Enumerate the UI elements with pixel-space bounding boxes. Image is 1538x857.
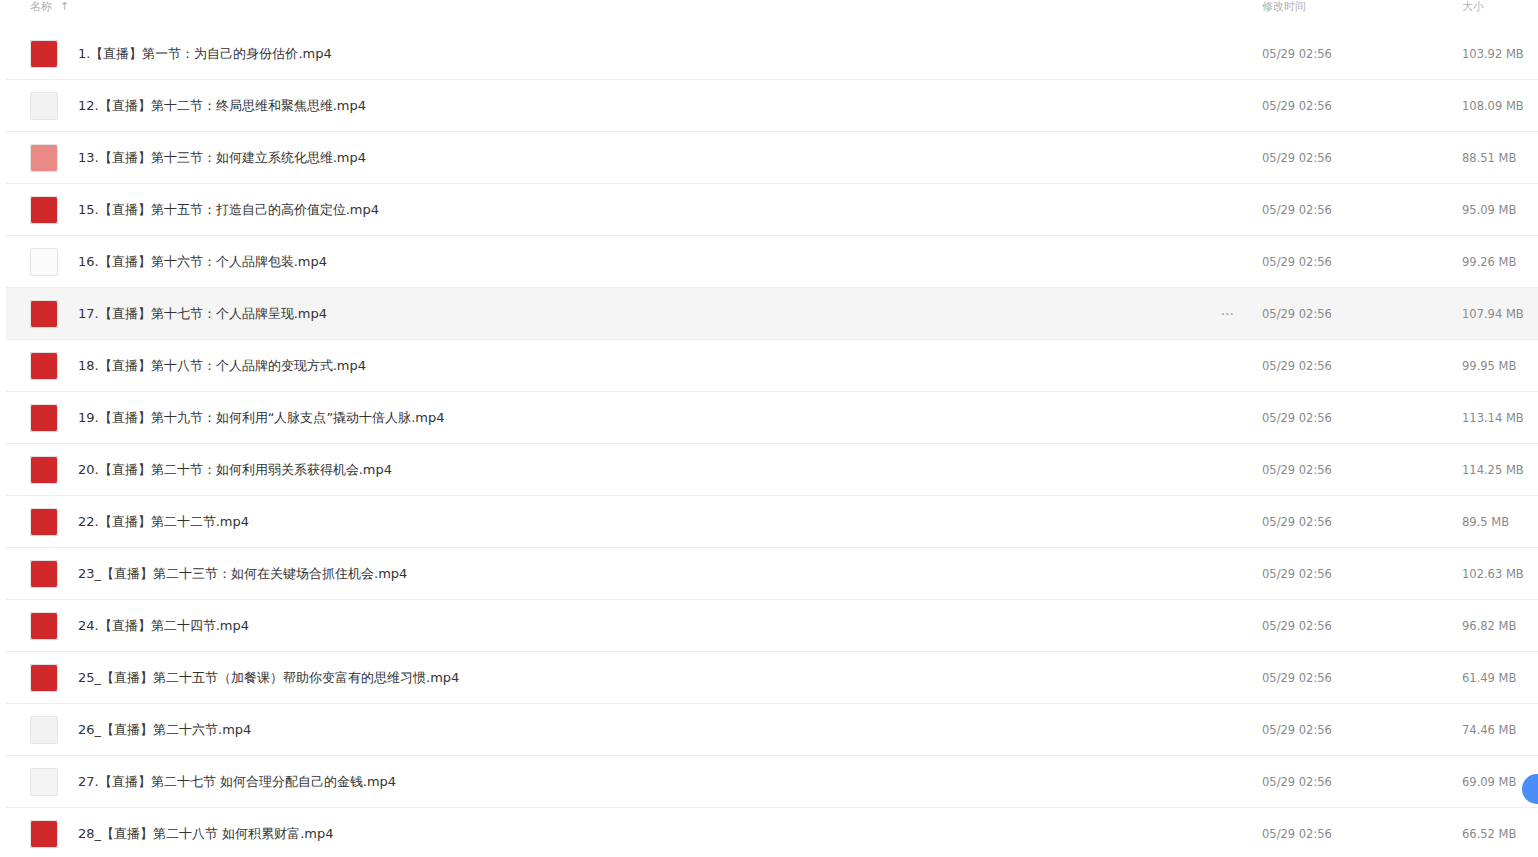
video-thumbnail-icon: [30, 352, 58, 380]
size-column-header[interactable]: 大小: [1462, 0, 1538, 14]
file-size: 89.5 MB: [1462, 515, 1538, 529]
file-size: 113.14 MB: [1462, 411, 1538, 425]
file-name[interactable]: 17.【直播】第十七节：个人品牌呈现.mp4: [78, 305, 1221, 323]
modified-time: 05/29 02:56: [1262, 307, 1462, 321]
file-size: 108.09 MB: [1462, 99, 1538, 113]
file-size: 96.82 MB: [1462, 619, 1538, 633]
modified-time: 05/29 02:56: [1262, 567, 1462, 581]
video-thumbnail-icon: [30, 40, 58, 68]
file-name[interactable]: 16.【直播】第十六节：个人品牌包装.mp4: [78, 253, 1234, 271]
file-name[interactable]: 22.【直播】第二十二节.mp4: [78, 513, 1234, 531]
file-name[interactable]: 18.【直播】第十八节：个人品牌的变现方式.mp4: [78, 357, 1234, 375]
video-thumbnail-icon: [30, 196, 58, 224]
video-thumbnail-icon: [30, 664, 58, 692]
file-row[interactable]: 18.【直播】第十八节：个人品牌的变现方式.mp4 05/29 02:56 99…: [6, 340, 1538, 392]
video-thumbnail-icon: [30, 404, 58, 432]
modified-time: 05/29 02:56: [1262, 671, 1462, 685]
file-row[interactable]: 13.【直播】第十三节：如何建立系统化思维.mp4 05/29 02:56 88…: [6, 132, 1538, 184]
file-name[interactable]: 12.【直播】第十二节：终局思维和聚焦思维.mp4: [78, 97, 1234, 115]
video-thumbnail-icon: [30, 560, 58, 588]
file-row[interactable]: 12.【直播】第十二节：终局思维和聚焦思维.mp4 05/29 02:56 10…: [6, 80, 1538, 132]
file-name[interactable]: 1.【直播】第一节：为自己的身份估价.mp4: [78, 45, 1234, 63]
file-row[interactable]: 15.【直播】第十五节：打造自己的高价值定位.mp4 05/29 02:56 9…: [6, 184, 1538, 236]
file-size: 103.92 MB: [1462, 47, 1538, 61]
sort-icon[interactable]: ↑: [60, 0, 69, 14]
file-name[interactable]: 20.【直播】第二十节：如何利用弱关系获得机会.mp4: [78, 461, 1234, 479]
file-row[interactable]: 17.【直播】第十七节：个人品牌呈现.mp4 ··· 05/29 02:56 1…: [6, 288, 1538, 340]
video-thumbnail-icon: [30, 768, 58, 796]
file-size: 95.09 MB: [1462, 203, 1538, 217]
modified-time: 05/29 02:56: [1262, 47, 1462, 61]
file-name[interactable]: 15.【直播】第十五节：打造自己的高价值定位.mp4: [78, 201, 1234, 219]
video-thumbnail-icon: [30, 508, 58, 536]
modified-time: 05/29 02:56: [1262, 411, 1462, 425]
modified-time: 05/29 02:56: [1262, 619, 1462, 633]
video-thumbnail-icon: [30, 92, 58, 120]
file-name[interactable]: 28_【直播】第二十八节 如何积累财富.mp4: [78, 825, 1234, 843]
file-row[interactable]: 27.【直播】第二十七节 如何合理分配自己的金钱.mp4 05/29 02:56…: [6, 756, 1538, 808]
file-row[interactable]: 26_【直播】第二十六节.mp4 05/29 02:56 74.46 MB: [6, 704, 1538, 756]
file-name[interactable]: 24.【直播】第二十四节.mp4: [78, 617, 1234, 635]
modified-time: 05/29 02:56: [1262, 723, 1462, 737]
file-size: 99.95 MB: [1462, 359, 1538, 373]
file-row[interactable]: 23_【直播】第二十三节：如何在关键场合抓住机会.mp4 05/29 02:56…: [6, 548, 1538, 600]
file-row[interactable]: 20.【直播】第二十节：如何利用弱关系获得机会.mp4 05/29 02:56 …: [6, 444, 1538, 496]
file-name[interactable]: 13.【直播】第十三节：如何建立系统化思维.mp4: [78, 149, 1234, 167]
modified-time: 05/29 02:56: [1262, 827, 1462, 841]
time-column-header[interactable]: 修改时间: [1262, 0, 1462, 14]
file-size: 107.94 MB: [1462, 307, 1538, 321]
video-thumbnail-icon: [30, 248, 58, 276]
modified-time: 05/29 02:56: [1262, 203, 1462, 217]
modified-time: 05/29 02:56: [1262, 359, 1462, 373]
file-size: 102.63 MB: [1462, 567, 1538, 581]
file-name[interactable]: 27.【直播】第二十七节 如何合理分配自己的金钱.mp4: [78, 773, 1234, 791]
floating-button[interactable]: [1522, 774, 1538, 804]
video-thumbnail-icon: [30, 612, 58, 640]
modified-time: 05/29 02:56: [1262, 463, 1462, 477]
file-name[interactable]: 23_【直播】第二十三节：如何在关键场合抓住机会.mp4: [78, 565, 1234, 583]
file-name[interactable]: 25_【直播】第二十五节（加餐课）帮助你变富有的思维习惯.mp4: [78, 669, 1234, 687]
modified-time: 05/29 02:56: [1262, 151, 1462, 165]
file-row[interactable]: 24.【直播】第二十四节.mp4 05/29 02:56 96.82 MB: [6, 600, 1538, 652]
file-row[interactable]: 22.【直播】第二十二节.mp4 05/29 02:56 89.5 MB: [6, 496, 1538, 548]
file-row[interactable]: 1.【直播】第一节：为自己的身份估价.mp4 05/29 02:56 103.9…: [6, 28, 1538, 80]
file-size: 114.25 MB: [1462, 463, 1538, 477]
modified-time: 05/29 02:56: [1262, 775, 1462, 789]
file-name[interactable]: 19.【直播】第十九节：如何利用“人脉支点”撬动十倍人脉.mp4: [78, 409, 1234, 427]
video-thumbnail-icon: [30, 144, 58, 172]
file-size: 88.51 MB: [1462, 151, 1538, 165]
video-thumbnail-icon: [30, 300, 58, 328]
file-size: 61.49 MB: [1462, 671, 1538, 685]
video-thumbnail-icon: [30, 716, 58, 744]
file-size: 66.52 MB: [1462, 827, 1538, 841]
file-row[interactable]: 16.【直播】第十六节：个人品牌包装.mp4 05/29 02:56 99.26…: [6, 236, 1538, 288]
name-column-header[interactable]: 名称 ↑: [6, 0, 1262, 14]
file-name[interactable]: 26_【直播】第二十六节.mp4: [78, 721, 1234, 739]
video-thumbnail-icon: [30, 456, 58, 484]
file-size: 74.46 MB: [1462, 723, 1538, 737]
file-size: 99.26 MB: [1462, 255, 1538, 269]
file-row[interactable]: 19.【直播】第十九节：如何利用“人脉支点”撬动十倍人脉.mp4 05/29 0…: [6, 392, 1538, 444]
file-list: 名称 ↑ 修改时间 大小 1.【直播】第一节：为自己的身份估价.mp4 05/2…: [0, 0, 1538, 857]
video-thumbnail-icon: [30, 820, 58, 848]
modified-time: 05/29 02:56: [1262, 99, 1462, 113]
file-row[interactable]: 25_【直播】第二十五节（加餐课）帮助你变富有的思维习惯.mp4 05/29 0…: [6, 652, 1538, 704]
more-icon[interactable]: ···: [1221, 306, 1234, 322]
modified-time: 05/29 02:56: [1262, 255, 1462, 269]
list-header: 名称 ↑ 修改时间 大小: [6, 0, 1538, 28]
file-row[interactable]: 28_【直播】第二十八节 如何积累财富.mp4 05/29 02:56 66.5…: [6, 808, 1538, 857]
modified-time: 05/29 02:56: [1262, 515, 1462, 529]
